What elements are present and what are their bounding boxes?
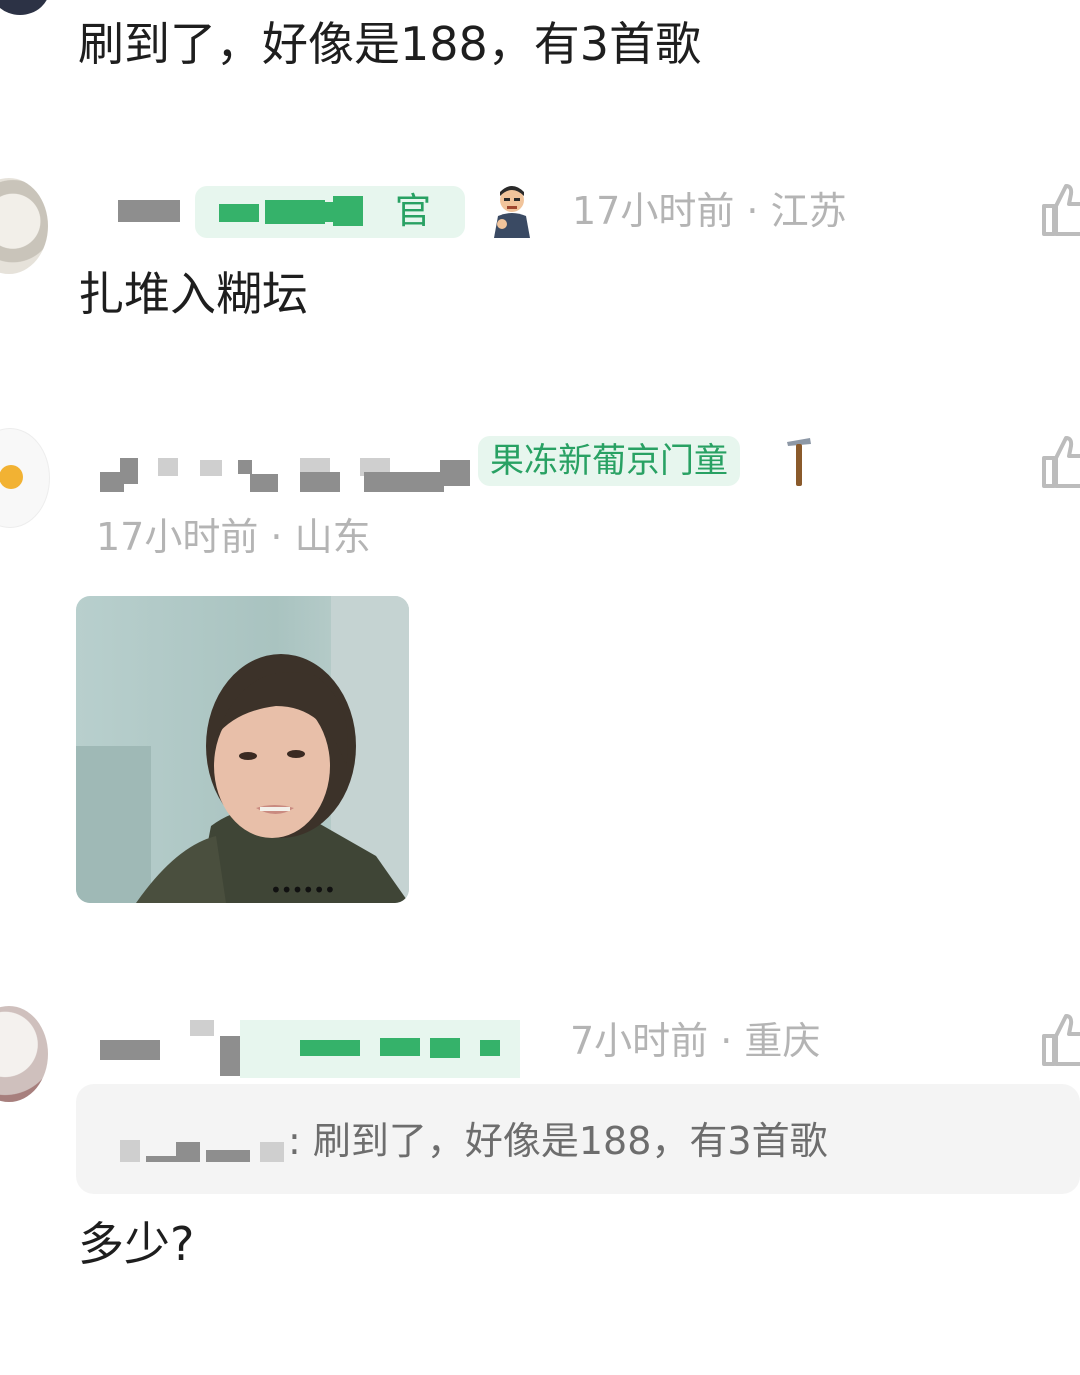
avatar[interactable] (0, 178, 48, 274)
quoted-reply[interactable]: : 刷到了，好像是188，有3首歌 (76, 1084, 1080, 1194)
comment-text: 扎堆入糊坛 (78, 267, 308, 321)
quoted-text: : 刷到了，好像是188，有3首歌 (288, 1119, 828, 1163)
angry-man-icon (490, 184, 534, 238)
quoted-username-blurred (120, 1136, 290, 1162)
image-pagination-dots: •••••• (270, 878, 336, 902)
comment-text: 刷到了，好像是188，有3首歌 (78, 17, 702, 71)
badge[interactable]: 果冻新葡京门童 (478, 436, 740, 486)
comment-meta: 17小时前 · 山东 (96, 515, 371, 559)
avatar[interactable] (0, 0, 50, 15)
avatar[interactable] (0, 1006, 48, 1102)
meme-face-photo (76, 596, 409, 903)
username-blurred[interactable] (100, 456, 472, 496)
hammer-icon (784, 436, 814, 488)
thumbs-up-icon[interactable] (1040, 1010, 1080, 1066)
sun-icon (0, 465, 23, 489)
comment-meta: 7小时前 · 重庆 (570, 1019, 821, 1063)
comment-text: 多少? (78, 1217, 195, 1271)
thumbs-up-icon[interactable] (1040, 180, 1080, 236)
thumbs-up-icon[interactable] (1040, 432, 1080, 488)
badge-label: 官 (395, 191, 432, 232)
username-blurred[interactable] (100, 1020, 540, 1080)
username-blurred[interactable] (118, 200, 180, 224)
avatar[interactable] (0, 428, 50, 528)
comment-image[interactable]: •••••• (76, 596, 409, 903)
comment-meta: 17小时前 · 江苏 (572, 189, 847, 233)
badge[interactable]: 官 (195, 186, 465, 238)
